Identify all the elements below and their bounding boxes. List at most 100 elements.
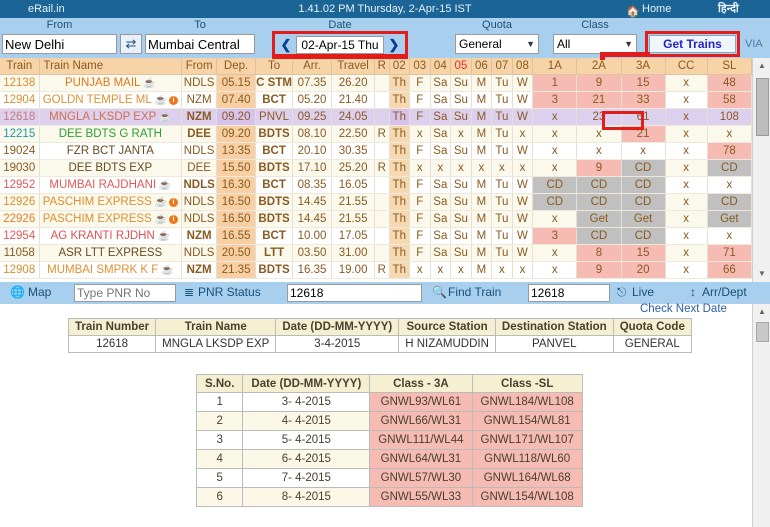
column-header-06[interactable]: 06 xyxy=(471,58,493,75)
availability-cell-1A[interactable]: 3 xyxy=(532,227,578,245)
column-header-dep[interactable]: Dep. xyxy=(216,58,257,75)
column-header-07[interactable]: 07 xyxy=(491,58,513,75)
column-header-cc[interactable]: CC xyxy=(665,58,708,75)
availability-cell-3A[interactable]: 20 xyxy=(621,261,666,279)
previous-date-button[interactable]: ❮ xyxy=(277,36,295,54)
class-select[interactable]: All ▼ xyxy=(553,34,637,54)
from-station-input[interactable] xyxy=(2,34,117,54)
availability-cell-1A[interactable]: x xyxy=(532,125,578,143)
availability-cell-CC[interactable]: x xyxy=(665,261,708,279)
column-header-to[interactable]: To xyxy=(255,58,294,75)
availability-cell-CC[interactable]: x xyxy=(665,142,708,160)
availability-cell-SL[interactable]: 58 xyxy=(707,91,753,109)
availability-cell-3A[interactable]: x xyxy=(621,142,666,160)
next-date-button[interactable]: ❯ xyxy=(385,36,403,54)
availability-cell-1A[interactable]: CD xyxy=(532,193,578,211)
to-station-input[interactable] xyxy=(145,34,255,54)
availability-cell-SL[interactable]: 108 xyxy=(707,108,753,126)
availability-cell-SL[interactable]: Get xyxy=(707,210,753,228)
column-header-trainname[interactable]: Train Name xyxy=(39,58,183,75)
availability-cell-SL[interactable]: x xyxy=(707,125,753,143)
availability-cell-1A[interactable]: x xyxy=(532,261,578,279)
pnr-input[interactable] xyxy=(74,284,176,302)
availability-cell-2A[interactable]: 23 xyxy=(576,108,622,126)
availability-cell-2A[interactable]: CD xyxy=(576,176,622,194)
availability-cell-1A[interactable]: x xyxy=(532,159,578,177)
table-row[interactable]: 12908 MUMBAI SMPRK K F ☕ NZM 21.35 BDTS 16.35… xyxy=(0,261,753,279)
availability-cell-3A[interactable]: 15 xyxy=(621,244,666,262)
availability-cell-2A[interactable]: 8 xyxy=(576,244,622,262)
availability-cell-3A[interactable]: 33 xyxy=(621,91,666,109)
availability-cell-2A[interactable]: x xyxy=(576,125,622,143)
find-train-input[interactable] xyxy=(287,284,422,302)
availability-cell-SL[interactable]: x xyxy=(707,227,753,245)
column-header-sl[interactable]: SL xyxy=(707,58,753,75)
map-globe-icon[interactable]: 🌐 xyxy=(10,285,25,299)
table-row[interactable]: 12954 AG KRANTI RJDHN ☕ NZM 16.55 BCT 10.00 17… xyxy=(0,227,753,245)
availability-cell-SL[interactable]: CD xyxy=(707,159,753,177)
availability-cell-CC[interactable]: x xyxy=(665,193,708,211)
info-icon[interactable]: i xyxy=(169,95,178,105)
column-header-r[interactable]: R xyxy=(374,58,390,75)
availability-cell-CC[interactable]: x xyxy=(665,91,708,109)
scrollbar-thumb[interactable] xyxy=(756,78,769,136)
availability-cell-SL[interactable]: 66 xyxy=(707,261,753,279)
availability-cell-3A[interactable]: CD xyxy=(621,193,666,211)
info-icon[interactable]: i xyxy=(169,214,178,224)
column-header-08[interactable]: 08 xyxy=(512,58,534,75)
table-row[interactable]: 12904 GOLDN TEMPLE ML ☕ i NZM 07.40 BCT 05.20 2… xyxy=(0,91,753,109)
scrollbar-thumb[interactable] xyxy=(756,322,769,342)
scroll-up-icon[interactable]: ▲ xyxy=(753,58,770,74)
availability-cell-SL[interactable]: x xyxy=(707,176,753,194)
availability-cell-3A[interactable]: Get xyxy=(621,210,666,228)
column-header-3a[interactable]: 3A xyxy=(621,58,666,75)
availability-cell-3A[interactable]: CD xyxy=(621,227,666,245)
availability-cell-SL[interactable]: CD xyxy=(707,193,753,211)
availability-cell-2A[interactable]: x xyxy=(576,142,622,160)
check-next-date-link[interactable]: Check Next Date xyxy=(640,303,727,315)
date-value[interactable]: 02-Apr-15 Thu xyxy=(296,36,384,54)
details-panel-scrollbar[interactable]: ▲ xyxy=(752,304,770,527)
availability-cell-SL[interactable]: 71 xyxy=(707,244,753,262)
availability-cell-2A[interactable]: 9 xyxy=(576,74,622,92)
availability-cell-2A[interactable]: Get xyxy=(576,210,622,228)
hindi-language-link[interactable]: हिन्दी xyxy=(718,0,739,18)
availability-cell-CC[interactable]: x xyxy=(665,227,708,245)
availability-cell-1A[interactable]: x xyxy=(532,108,578,126)
table-row[interactable]: 12952 MUMBAI RAJDHANI ☕ NDLS 16.30 BCT 08.35 1… xyxy=(0,176,753,194)
availability-cell-CC[interactable]: x xyxy=(665,159,708,177)
availability-cell-CC[interactable]: x xyxy=(665,108,708,126)
availability-cell-1A[interactable]: x xyxy=(532,142,578,160)
table-row[interactable]: 12138 PUNJAB MAIL ☕ NDLS 05.15 C STM 07.35 26.… xyxy=(0,74,753,92)
scroll-down-icon[interactable]: ▼ xyxy=(753,266,770,282)
availability-cell-CC[interactable]: x xyxy=(665,244,708,262)
availability-cell-1A[interactable]: CD xyxy=(532,176,578,194)
table-row[interactable]: 19024 FZR BCT JANTA NDLS 13.35 BCT 20.10 30.35… xyxy=(0,142,753,160)
quota-select[interactable]: General ▼ xyxy=(455,34,539,54)
swap-stations-button[interactable]: ⇄ xyxy=(120,34,142,54)
availability-cell-2A[interactable]: CD xyxy=(576,227,622,245)
availability-cell-3A[interactable]: CD xyxy=(621,159,666,177)
map-link[interactable]: Map xyxy=(28,285,51,299)
table-row[interactable]: 12215 DEE BDTS G RATH DEE 09.20 BDTS 08.10 22.… xyxy=(0,125,753,143)
trains-table-scrollbar[interactable]: ▲ ▼ xyxy=(752,58,770,282)
availability-cell-2A[interactable]: 21 xyxy=(576,91,622,109)
column-header-2a[interactable]: 2A xyxy=(576,58,622,75)
availability-cell-1A[interactable]: 3 xyxy=(532,91,578,109)
live-link[interactable]: Live xyxy=(632,285,654,299)
table-row[interactable]: 12618 MNGLA LKSDP EXP ☕ NZM 09.20 PNVL 09.25 2… xyxy=(0,108,753,126)
get-trains-button[interactable]: Get Trains xyxy=(649,35,736,53)
availability-cell-3A[interactable]: CD xyxy=(621,176,666,194)
availability-cell-1A[interactable]: x xyxy=(532,210,578,228)
column-header-04[interactable]: 04 xyxy=(430,58,452,75)
availability-cell-CC[interactable]: x xyxy=(665,176,708,194)
home-link[interactable]: Home xyxy=(642,0,671,18)
column-header-arr[interactable]: Arr. xyxy=(292,58,333,75)
find-train-link[interactable]: Find Train xyxy=(448,285,501,299)
live-train-input[interactable] xyxy=(528,284,610,302)
column-header-1a[interactable]: 1A xyxy=(532,58,578,75)
info-icon[interactable]: i xyxy=(169,197,178,207)
availability-cell-3A[interactable]: 61 xyxy=(621,108,666,126)
arr-dept-link[interactable]: Arr/Dept xyxy=(702,285,747,299)
via-label[interactable]: VIA xyxy=(745,38,763,50)
